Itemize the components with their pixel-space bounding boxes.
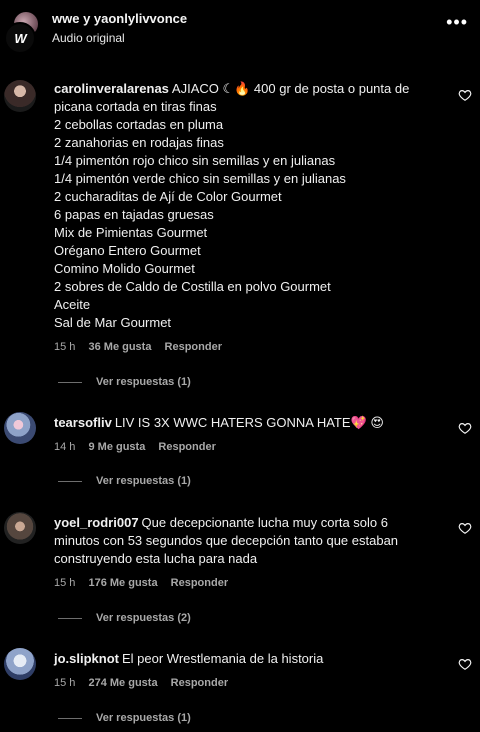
divider <box>58 617 82 619</box>
comment-text: yoel_rodri007 Que decepcionante lucha muy… <box>54 515 399 566</box>
view-replies-button[interactable]: Ver respuestas (1) <box>58 475 191 487</box>
more-options-icon[interactable]: ••• <box>446 12 468 33</box>
wwe-logo-icon: W <box>14 30 26 46</box>
view-replies-button[interactable]: Ver respuestas (1) <box>58 376 191 388</box>
comment-text: carolinveralarenas AJIACO ☾🔥 400 gr de po… <box>54 81 410 330</box>
view-replies-button[interactable]: Ver respuestas (2) <box>58 612 191 624</box>
reply-button[interactable]: Responder <box>165 341 222 353</box>
divider <box>58 480 82 482</box>
like-count[interactable]: 274 Me gusta <box>88 677 157 689</box>
comment-username[interactable]: jo.slipknot <box>54 651 119 666</box>
view-replies-button[interactable]: Ver respuestas (1) <box>58 712 191 724</box>
avatar[interactable] <box>4 512 36 544</box>
reel-header: W wwe y yaonlylivvonce Audio original ••… <box>0 0 480 60</box>
comment-meta: 15 h 36 Me gusta Responder <box>54 341 232 353</box>
divider <box>58 717 82 719</box>
comment-meta: 15 h 274 Me gusta Responder <box>54 677 238 689</box>
audio-avatars[interactable]: W <box>4 10 40 54</box>
avatar[interactable] <box>4 412 36 444</box>
like-count[interactable]: 36 Me gusta <box>88 341 151 353</box>
heart-icon[interactable] <box>458 421 472 435</box>
comment-time: 15 h <box>54 341 76 353</box>
audio-owners[interactable]: wwe y yaonlylivvonce <box>52 11 187 26</box>
audio-label[interactable]: Audio original <box>52 31 125 45</box>
like-count[interactable]: 176 Me gusta <box>88 577 157 589</box>
comment-time: 14 h <box>54 441 76 453</box>
comment-username[interactable]: tearsofliv <box>54 415 112 430</box>
reply-button[interactable]: Responder <box>171 677 228 689</box>
reply-button[interactable]: Responder <box>158 441 215 453</box>
like-count[interactable]: 9 Me gusta <box>88 441 145 453</box>
comment-username[interactable]: carolinveralarenas <box>54 81 169 96</box>
heart-icon[interactable] <box>458 88 472 102</box>
avatar[interactable] <box>4 80 36 112</box>
divider <box>58 381 82 383</box>
comment-meta: 14 h 9 Me gusta Responder <box>54 441 226 453</box>
heart-icon[interactable] <box>458 521 472 535</box>
comment-text: jo.slipknot El peor Wrestlemania de la hi… <box>54 651 324 666</box>
comment-meta: 15 h 176 Me gusta Responder <box>54 577 238 589</box>
reply-button[interactable]: Responder <box>171 577 228 589</box>
wwe-logo-avatar: W <box>4 22 36 54</box>
avatar[interactable] <box>4 648 36 680</box>
comment-time: 15 h <box>54 677 76 689</box>
comment-time: 15 h <box>54 577 76 589</box>
comment-username[interactable]: yoel_rodri007 <box>54 515 139 530</box>
heart-icon[interactable] <box>458 657 472 671</box>
comment-text: tearsofliv LIV IS 3X WWC HATERS GONNA HAT… <box>54 415 384 430</box>
